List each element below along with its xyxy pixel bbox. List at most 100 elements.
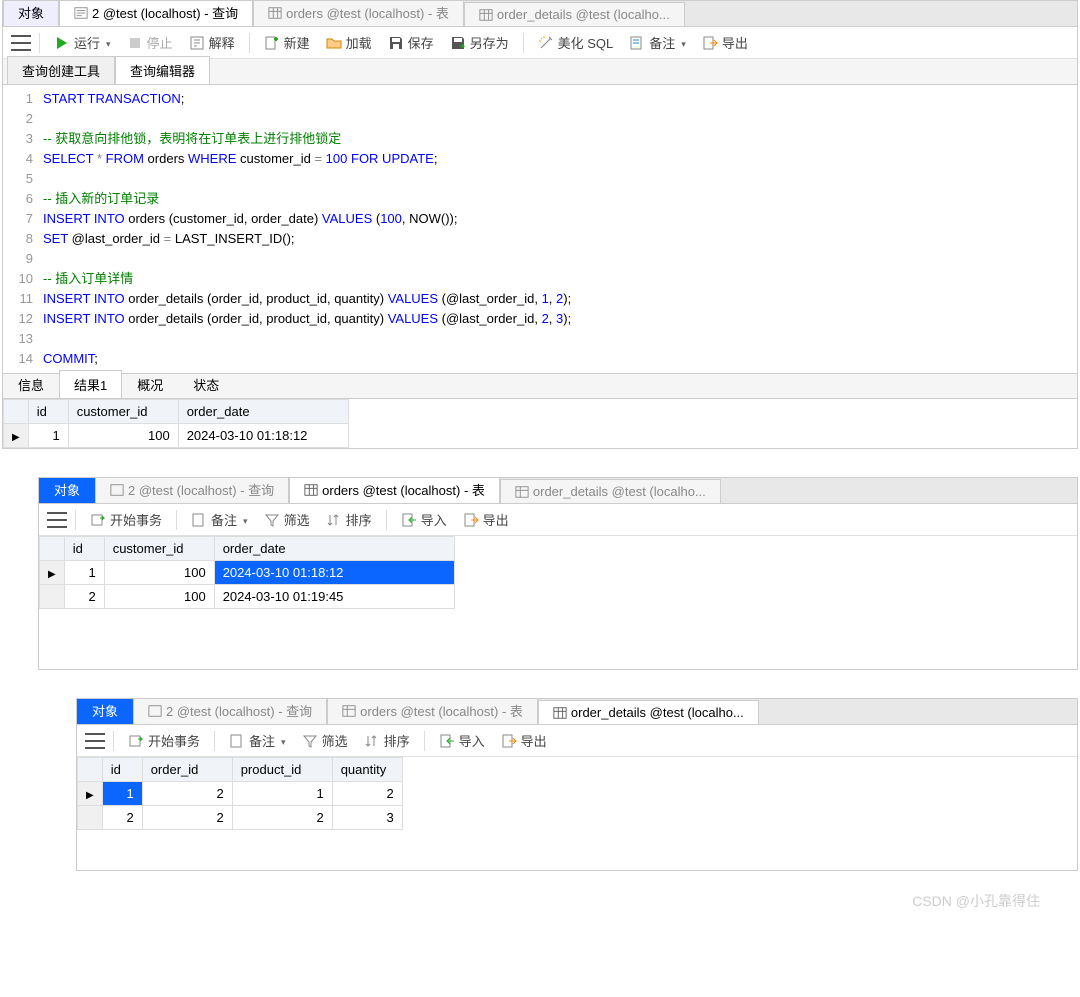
folder-icon: [326, 35, 342, 51]
cell[interactable]: 2: [102, 806, 142, 830]
table-icon: [515, 485, 529, 499]
saveas-icon: [450, 35, 466, 51]
run-button[interactable]: 运行: [48, 31, 117, 54]
begin-tx-button[interactable]: 开始事务: [122, 729, 206, 752]
cell[interactable]: 1: [232, 782, 332, 806]
tab-orderdetails-table[interactable]: order_details @test (localho...: [464, 2, 685, 26]
tab-objects[interactable]: 对象: [77, 699, 133, 724]
import-button[interactable]: 导入: [433, 729, 491, 752]
tab-query[interactable]: 2 @test (localhost) - 查询: [59, 1, 253, 26]
col-id[interactable]: id: [102, 758, 142, 782]
sort-icon: [326, 512, 342, 528]
orders-grid: idcustomer_idorder_date 11002024-03-10 01…: [39, 536, 455, 609]
cell[interactable]: 2: [142, 806, 232, 830]
filter-button[interactable]: 筛选: [296, 729, 354, 752]
notes-button[interactable]: 备注: [223, 729, 292, 752]
tab-query[interactable]: 2 @test (localhost) - 查询: [133, 699, 327, 724]
cell[interactable]: 1: [28, 424, 68, 448]
result-tab-status[interactable]: 状态: [178, 370, 234, 398]
orderdetails-grid: idorder_idproduct_idquantity12122223: [77, 757, 403, 830]
col-order_id[interactable]: order_id: [142, 758, 232, 782]
subtab-builder[interactable]: 查询创建工具: [7, 56, 115, 84]
cell[interactable]: 1: [64, 561, 104, 585]
explain-button[interactable]: 解释: [183, 31, 241, 54]
stop-button[interactable]: 停止: [121, 31, 179, 54]
sql-editor[interactable]: 1234567891011121314 START TRANSACTION; -…: [3, 85, 1077, 373]
cell[interactable]: 1: [102, 782, 142, 806]
menu-icon[interactable]: [47, 512, 67, 528]
tab-objects[interactable]: 对象: [39, 478, 95, 503]
tab-orders-table[interactable]: orders @test (localhost) - 表: [253, 1, 464, 26]
result-tabs: 信息 结果1 概况 状态: [3, 373, 1077, 399]
cell[interactable]: 2024-03-10 01:18:12: [214, 561, 454, 585]
col-quantity[interactable]: quantity: [332, 758, 402, 782]
col-order_date[interactable]: order_date: [178, 400, 348, 424]
bot-tab-row: 对象 2 @test (localhost) - 查询 orders @test…: [77, 699, 1077, 725]
tab-orderdetails-table[interactable]: order_details @test (localho...: [500, 479, 721, 503]
filter-icon: [302, 733, 318, 749]
cell[interactable]: 3: [332, 806, 402, 830]
col-customer_id[interactable]: customer_id: [104, 537, 214, 561]
cell[interactable]: 100: [104, 561, 214, 585]
top-tab-row: 对象 2 @test (localhost) - 查询 orders @test…: [3, 1, 1077, 27]
beautify-button[interactable]: 美化 SQL: [532, 31, 620, 54]
save-button[interactable]: 保存: [382, 31, 440, 54]
col-product_id[interactable]: product_id: [232, 758, 332, 782]
tab-query[interactable]: 2 @test (localhost) - 查询: [95, 478, 289, 503]
new-button[interactable]: 新建: [258, 31, 316, 54]
cell[interactable]: 2024-03-10 01:18:12: [178, 424, 348, 448]
export-icon: [501, 733, 517, 749]
explain-icon: [189, 35, 205, 51]
sort-icon: [364, 733, 380, 749]
cell[interactable]: 2024-03-10 01:19:45: [214, 585, 454, 609]
table-icon: [304, 483, 318, 497]
cell[interactable]: 2: [142, 782, 232, 806]
export-button[interactable]: 导出: [457, 508, 515, 531]
note-icon: [229, 733, 245, 749]
col-id[interactable]: id: [64, 537, 104, 561]
notes-button[interactable]: 备注: [185, 508, 254, 531]
query-icon: [74, 6, 88, 20]
query-toolbar: 运行 停止 解释 新建 加载 保存 另存为 美化 SQL 备注 导出: [3, 27, 1077, 59]
tab-orders-table[interactable]: orders @test (localhost) - 表: [327, 699, 538, 724]
table-icon: [553, 706, 567, 720]
tab-orders-table[interactable]: orders @test (localhost) - 表: [289, 478, 500, 503]
export-button[interactable]: 导出: [495, 729, 553, 752]
note-icon: [629, 35, 645, 51]
import-icon: [401, 512, 417, 528]
result-tab-info[interactable]: 信息: [3, 370, 59, 398]
subtab-editor[interactable]: 查询编辑器: [115, 56, 210, 84]
load-button[interactable]: 加载: [320, 31, 378, 54]
begin-tx-button[interactable]: 开始事务: [84, 508, 168, 531]
new-icon: [264, 35, 280, 51]
import-button[interactable]: 导入: [395, 508, 453, 531]
cell[interactable]: 100: [68, 424, 178, 448]
col-customer_id[interactable]: customer_id: [68, 400, 178, 424]
cell[interactable]: 100: [104, 585, 214, 609]
table-icon: [479, 8, 493, 22]
col-order_date[interactable]: order_date: [214, 537, 454, 561]
tab-objects[interactable]: 对象: [3, 1, 59, 26]
sort-button[interactable]: 排序: [358, 729, 416, 752]
export-icon: [702, 35, 718, 51]
menu-icon[interactable]: [11, 35, 31, 51]
table-toolbar: 开始事务 备注 筛选 排序 导入 导出: [77, 725, 1077, 757]
sort-button[interactable]: 排序: [320, 508, 378, 531]
menu-icon[interactable]: [85, 733, 105, 749]
notes-button[interactable]: 备注: [623, 31, 692, 54]
note-icon: [191, 512, 207, 528]
cell[interactable]: 2: [332, 782, 402, 806]
orders-pane: 对象 2 @test (localhost) - 查询 orders @test…: [38, 477, 1078, 670]
saveas-button[interactable]: 另存为: [444, 31, 515, 54]
tab-orderdetails-table[interactable]: order_details @test (localho...: [538, 700, 759, 724]
table-icon: [342, 704, 356, 718]
export-button[interactable]: 导出: [696, 31, 754, 54]
result-tab-profile[interactable]: 概况: [122, 370, 178, 398]
col-id[interactable]: id: [28, 400, 68, 424]
cell[interactable]: 2: [64, 585, 104, 609]
result-grid: idcustomer_idorder_date 11002024-03-10 01…: [3, 399, 349, 448]
filter-button[interactable]: 筛选: [258, 508, 316, 531]
import-icon: [439, 733, 455, 749]
result-tab-1[interactable]: 结果1: [59, 370, 122, 398]
cell[interactable]: 2: [232, 806, 332, 830]
